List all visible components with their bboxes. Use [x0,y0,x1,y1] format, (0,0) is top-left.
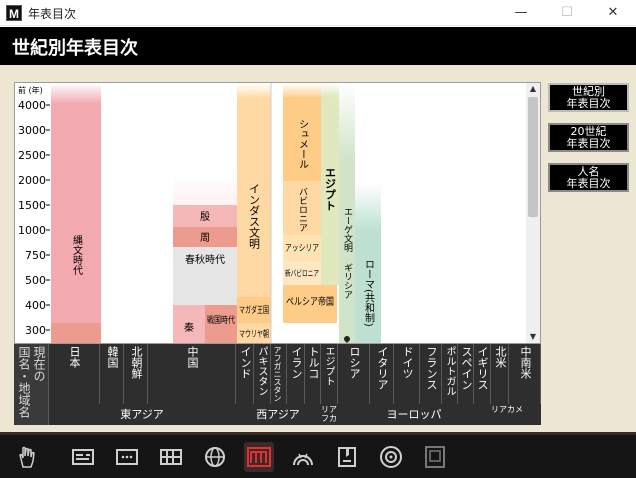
century-index-button[interactable]: 世紀別 年表目次 [548,83,629,112]
disc-icon[interactable] [376,442,406,472]
era-label-egypt[interactable]: エジプト [324,167,337,211]
axis-tick-label: 3000 [18,124,46,137]
person-index-button[interactable]: 人名 年表目次 [548,163,629,192]
bottom-toolbar [0,432,636,478]
region-europe[interactable]: ヨーロッパ [338,404,491,425]
scroll-thumb[interactable] [528,97,538,217]
axis-tick-label: 1500 [18,199,46,212]
region-north-america[interactable]: 北米 [491,344,509,404]
axis-tick-label: 1000 [18,224,46,237]
era-label-zhou[interactable]: 周 [200,232,210,244]
row-label-line2: 国名・地域名 [17,346,31,418]
country-korea[interactable]: 韓国 [100,344,124,404]
axis-tick-label: 750 [25,249,46,262]
country-france[interactable]: フランス [420,344,442,404]
era-label-maurya[interactable]: マウリヤ朝 [239,329,269,340]
bookmark-icon[interactable] [332,442,362,472]
close-button[interactable]: ✕ [590,0,636,26]
era-label-greece[interactable]: ギリシア [342,263,353,299]
region-america[interactable]: リアカメ [491,404,524,425]
axis-tick-label: 2500 [18,149,46,162]
era-label-aegean[interactable]: エーゲ文明 [342,207,353,253]
page-title: 世紀別年表目次 [12,38,138,59]
app-logo-icon: M [6,5,22,21]
era-label-assyria[interactable]: アッシリア [285,244,319,254]
scroll-up-icon[interactable]: ▲ [526,83,540,95]
region-latin-america[interactable]: 中南米 [509,344,541,404]
axis-tick-label: 400 [25,299,46,312]
country-japan[interactable]: 日本 [49,344,100,404]
axis-tick-label: 500 [25,274,46,287]
row-label: 現在の 国名・地域名 [14,344,49,425]
hand-pointer-icon[interactable] [12,442,42,472]
axis-tick-label: 2000 [18,174,46,187]
era-label-persia[interactable]: ペルシア帝国 [286,295,334,308]
country-italy[interactable]: イタリア [370,344,394,404]
axis-tick-label: 4000 [18,99,46,112]
20th-century-index-button[interactable]: 20世紀 年表目次 [548,123,629,152]
arch-icon[interactable] [288,442,318,472]
era-label-babylonia[interactable]: バビロニア [297,187,308,232]
axis-tick-label: 300 [25,324,46,337]
era-label-jomon[interactable]: 縄文時代 [71,234,83,276]
window-title: 年表目次 [28,7,77,21]
era-label-chunqiu[interactable]: 春秋時代 [185,253,225,266]
era-label-indus[interactable]: インダス文明 [248,183,261,250]
region-east-asia[interactable]: 東アジア [49,404,236,425]
country-turkey[interactable]: トルコ [305,344,321,404]
country-china[interactable]: 中国 [148,344,236,404]
timeline-icon[interactable] [244,442,274,472]
country-russia[interactable]: ロシア [338,344,370,404]
country-north-korea[interactable]: 北朝鮮 [124,344,148,404]
region-west-asia[interactable]: 西アジア [236,404,321,425]
title-bar: M 年表目次 — ☐ ✕ [0,0,636,26]
country-spain[interactable]: スペイン [458,344,474,404]
dots-icon[interactable] [112,442,142,472]
country-portugal[interactable]: ポルトガル [442,344,458,404]
country-afghanistan[interactable]: アフガニスタン [271,344,287,404]
globe-icon[interactable] [200,442,230,472]
timeline-panel[interactable]: 前 (年) 4000 3000 2500 2000 1500 1000 750 500 400 3… [14,82,540,344]
row-label-line1: 現在の [32,346,46,382]
country-egypt[interactable]: エジプト [321,344,338,404]
era-label-sumer[interactable]: シュメール [297,119,309,169]
region-africa[interactable]: リアフカ [321,404,338,425]
japan-column [51,83,101,343]
maximize-button[interactable]: ☐ [544,0,590,26]
country-iran[interactable]: イラン [287,344,305,404]
minimize-button[interactable]: — [498,0,544,26]
table-icon[interactable] [156,442,186,472]
frame-icon[interactable] [420,442,450,472]
country-pakistan[interactable]: パキスタン [254,344,271,404]
era-label-sengoku[interactable]: 戦国時代 [207,314,235,326]
card-icon[interactable] [68,442,98,472]
vertical-scrollbar[interactable]: ▲ ▼ [526,82,541,344]
era-label-yin[interactable]: 殷 [200,211,210,223]
japan-later-era [51,323,101,343]
axis-unit-label: 前 (年) [18,85,43,95]
country-region-bar: 現在の 国名・地域名 日本 韓国 北朝鮮 中国 インド パキスタン アフガニスタ… [14,344,541,425]
scroll-down-icon[interactable]: ▼ [526,331,540,343]
country-germany[interactable]: ドイツ [394,344,420,404]
era-label-rome[interactable]: ローマ(共和制) [363,259,375,327]
era-label-qin[interactable]: 秦 [184,321,194,334]
timeline-chart: 前 (年) 4000 3000 2500 2000 1500 1000 750 500 400 3… [15,83,539,343]
era-label-magadha[interactable]: マガダ王国 [239,304,269,316]
country-india[interactable]: インド [236,344,254,404]
country-uk[interactable]: イギリス [474,344,491,404]
era-label-neobabylonia[interactable]: 新バビロニア [285,268,319,278]
page-header: 世紀別年表目次 [0,27,636,65]
